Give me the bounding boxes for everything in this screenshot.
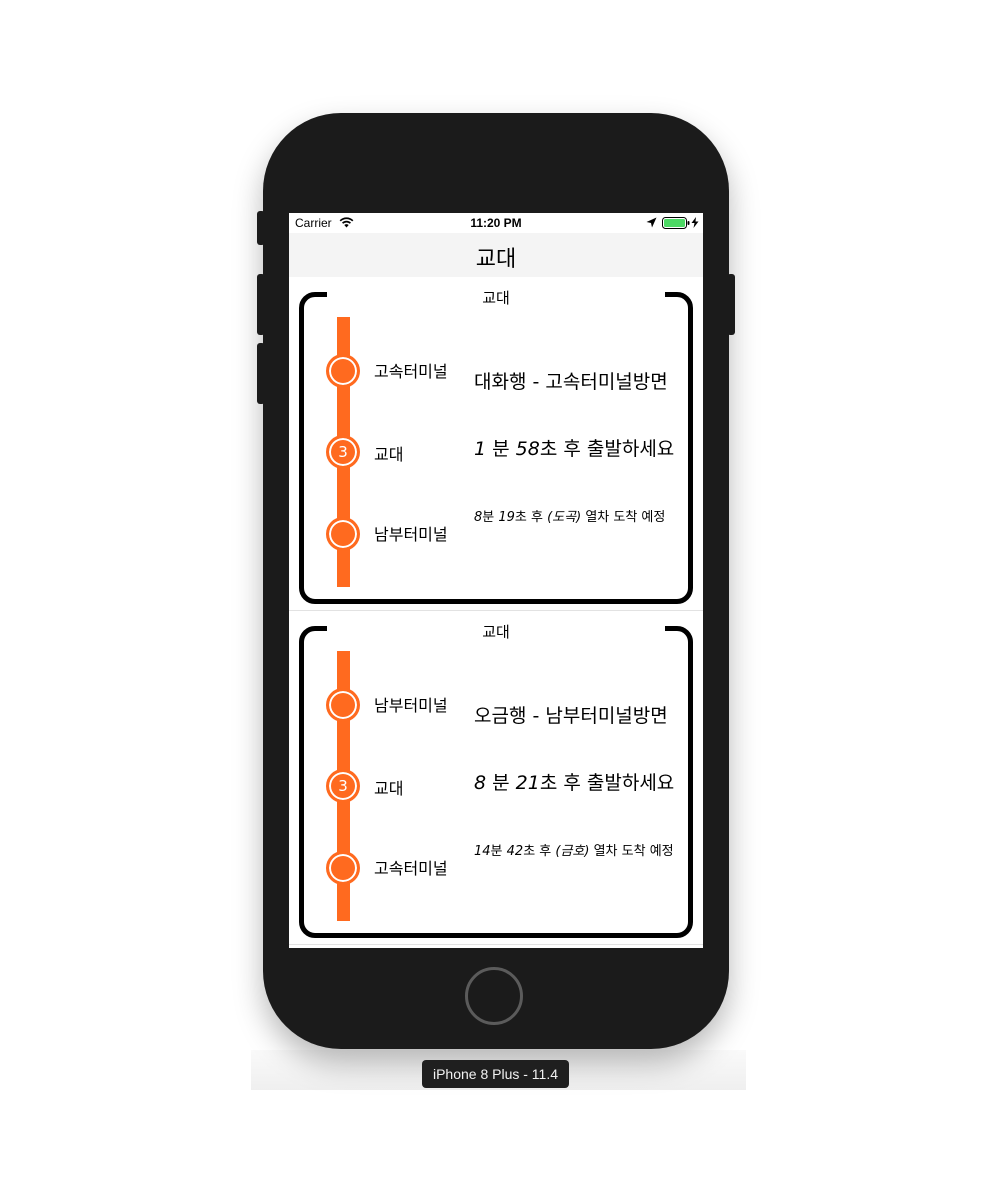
departure-countdown: 1 분 58초 후 출발하세요	[474, 434, 674, 461]
arrival-sec-unit: 초 후	[523, 844, 556, 859]
depart-seconds: 21	[515, 772, 540, 794]
departure-card[interactable]: 교대 고속터미널 3 교대 남부터미널 대화행 - 고속터미널방면 1 분 58…	[289, 277, 703, 611]
station-marker-icon	[326, 517, 360, 551]
status-time: 11:20 PM	[470, 216, 522, 230]
direction-label: 대화행 - 고속터미널방면	[474, 371, 668, 393]
mute-switch	[257, 211, 265, 245]
home-button[interactable]	[465, 967, 523, 1025]
departure-card[interactable]: 교대 남부터미널 3 교대 고속터미널 오금행 - 남부터미널방면 8 분 21…	[289, 611, 703, 945]
simulator-device-label: iPhone 8 Plus - 11.4	[422, 1060, 569, 1088]
station-label-current: 교대	[374, 779, 404, 798]
depart-suffix: 초 후 출발하세요	[539, 772, 675, 794]
nav-title: 교대	[475, 247, 517, 272]
depart-minutes: 1	[474, 438, 487, 460]
arrival-destination: (금호)	[555, 844, 590, 859]
current-station-marker-icon: 3	[326, 435, 360, 469]
phone-screen: Carrier 11:20 PM 교대 교대 고속터미널 3 교대 남부터미널 …	[289, 213, 703, 948]
station-label-prev: 고속터미널	[374, 362, 448, 381]
depart-min-unit: 분	[486, 772, 516, 794]
arrival-seconds: 42	[506, 844, 524, 859]
station-marker-icon	[326, 354, 360, 388]
navigation-bar: 교대	[289, 233, 703, 277]
power-button	[727, 274, 735, 335]
volume-down-button	[257, 343, 265, 404]
location-arrow-icon	[646, 217, 657, 231]
battery-icon	[662, 217, 690, 232]
arrival-minutes: 14	[474, 844, 491, 859]
station-marker-icon	[326, 851, 360, 885]
station-label-prev: 남부터미널	[374, 696, 448, 715]
station-label-current: 교대	[374, 445, 404, 464]
depart-seconds: 58	[515, 438, 540, 460]
volume-up-button	[257, 274, 265, 335]
station-label-next: 남부터미널	[374, 525, 448, 544]
charging-bolt-icon	[691, 217, 699, 231]
depart-minutes: 8	[474, 772, 487, 794]
depart-suffix: 초 후 출발하세요	[539, 438, 675, 460]
station-label-next: 고속터미널	[374, 859, 448, 878]
status-bar: Carrier 11:20 PM	[289, 213, 703, 233]
depart-min-unit: 분	[486, 438, 516, 460]
card-station-title: 교대	[482, 289, 510, 307]
arrival-seconds: 19	[498, 510, 515, 525]
arrival-suffix: 열차 도착 예정	[589, 844, 674, 859]
arrival-info: 8분 19초 후 (도곡) 열차 도착 예정	[474, 506, 665, 525]
card-station-title: 교대	[482, 623, 510, 641]
arrival-suffix: 열차 도착 예정	[581, 510, 666, 525]
station-marker-icon	[326, 688, 360, 722]
arrival-destination: (도곡)	[547, 510, 582, 525]
departure-list[interactable]: 교대 고속터미널 3 교대 남부터미널 대화행 - 고속터미널방면 1 분 58…	[289, 277, 703, 945]
departure-countdown: 8 분 21초 후 출발하세요	[474, 768, 674, 795]
arrival-min-unit: 분	[482, 510, 499, 525]
arrival-sec-unit: 초 후	[514, 510, 548, 525]
arrival-min-unit: 분	[490, 844, 507, 859]
current-station-marker-icon: 3	[326, 769, 360, 803]
arrival-info: 14분 42초 후 (금호) 열차 도착 예정	[474, 840, 674, 859]
direction-label: 오금행 - 남부터미널방면	[474, 705, 668, 727]
